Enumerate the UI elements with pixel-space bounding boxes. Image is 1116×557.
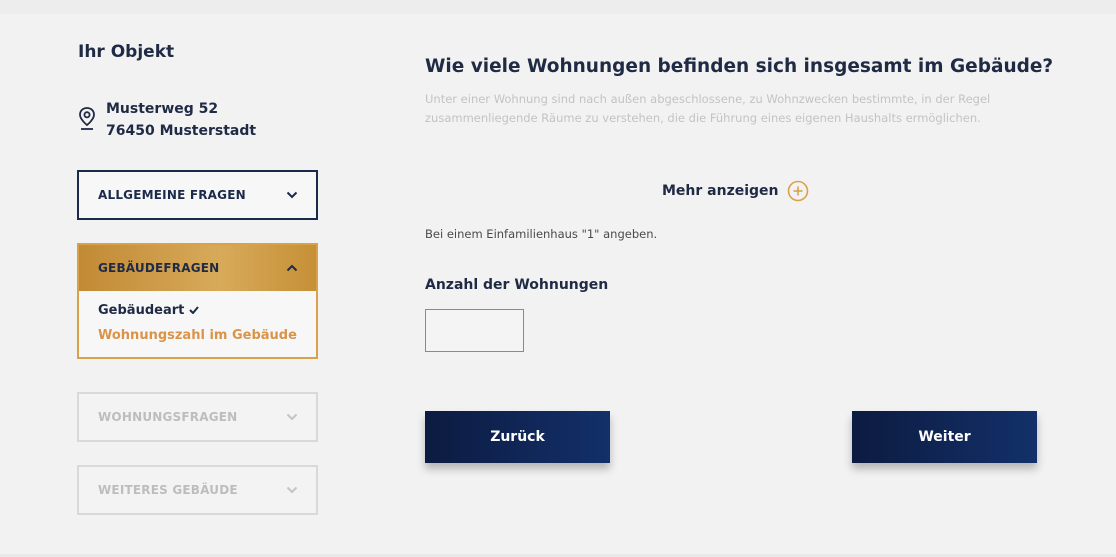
- step-wohnungszahl[interactable]: Wohnungszahl im Gebäude: [98, 328, 297, 343]
- step-label: Gebäudeart: [98, 303, 185, 318]
- top-strip: [0, 0, 1116, 14]
- section-wohnungsfragen: WOHNUNGSFRAGEN: [77, 392, 318, 442]
- section-gebaeudefragen: GEBÄUDEFRAGEN Gebäudeart Wohnungszahl im…: [77, 243, 318, 359]
- step-label: Wohnungszahl im Gebäude: [98, 328, 297, 343]
- chevron-down-icon: [286, 413, 298, 421]
- sidebar-title: Ihr Objekt: [78, 42, 175, 62]
- chevron-up-icon: [286, 264, 298, 272]
- question-description: Unter einer Wohnung sind nach außen abge…: [425, 92, 991, 125]
- show-more-toggle[interactable]: Mehr anzeigen: [662, 180, 809, 202]
- section-weiteres-gebaeude: WEITERES GEBÄUDE: [77, 465, 318, 515]
- location-pin-icon: [79, 107, 95, 130]
- section-label: ALLGEMEINE FRAGEN: [98, 188, 246, 202]
- show-more-label: Mehr anzeigen: [662, 183, 779, 199]
- section-header: WOHNUNGSFRAGEN: [79, 394, 316, 440]
- apartments-count-label: Anzahl der Wohnungen: [425, 277, 609, 293]
- address-city: 76450 Musterstadt: [106, 123, 257, 139]
- section-label: WOHNUNGSFRAGEN: [98, 410, 238, 424]
- section-allgemeine-fragen[interactable]: ALLGEMEINE FRAGEN: [77, 170, 318, 220]
- section-body: Gebäudeart Wohnungszahl im Gebäude: [79, 291, 316, 357]
- plus-circle-icon[interactable]: [787, 180, 809, 202]
- hint-text: Bei einem Einfamilienhaus "1" angeben.: [425, 227, 658, 241]
- step-gebaeudeart[interactable]: Gebäudeart: [98, 303, 297, 318]
- section-header[interactable]: GEBÄUDEFRAGEN: [79, 245, 316, 291]
- section-header[interactable]: ALLGEMEINE FRAGEN: [79, 172, 316, 218]
- question-title: Wie viele Wohnungen befinden sich insges…: [425, 56, 1054, 77]
- chevron-down-icon: [286, 486, 298, 494]
- checkmark-icon: [189, 306, 199, 315]
- property-address: Musterweg 52 76450 Musterstadt: [78, 98, 256, 142]
- back-button[interactable]: Zurück: [425, 411, 610, 463]
- next-button[interactable]: Weiter: [852, 411, 1037, 463]
- section-label: WEITERES GEBÄUDE: [98, 483, 238, 497]
- address-street: Musterweg 52: [106, 101, 219, 117]
- section-header: WEITERES GEBÄUDE: [79, 467, 316, 513]
- apartments-count-input[interactable]: [425, 309, 524, 352]
- chevron-down-icon: [286, 191, 298, 199]
- section-label: GEBÄUDEFRAGEN: [98, 261, 220, 275]
